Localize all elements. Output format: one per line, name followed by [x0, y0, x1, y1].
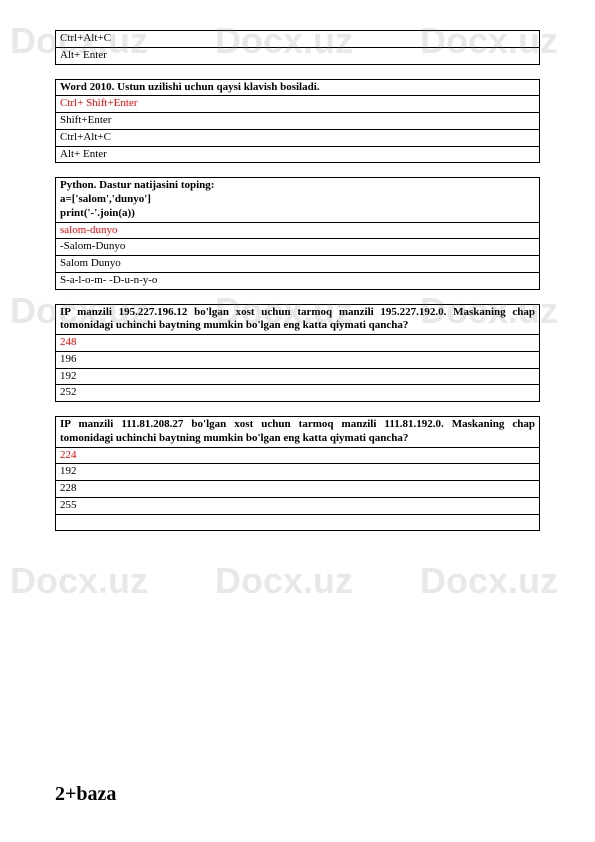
answer-option: 196 — [56, 352, 539, 369]
answer-option: 192 — [56, 464, 539, 481]
question-block: Python. Dastur natijasini toping: a=['sa… — [55, 177, 540, 289]
answer-option: Salom Dunyo — [56, 256, 539, 273]
question-text: Word 2010. Ustun uzilishi uchun qaysi kl… — [56, 80, 539, 97]
answer-option-correct: Ctrl+ Shift+Enter — [56, 96, 539, 113]
watermark: Docx.uz — [420, 560, 558, 602]
answer-option-correct: 224 — [56, 448, 539, 465]
question-block: IP manzili 195.227.196.12 bo'lgan xost u… — [55, 304, 540, 403]
watermark: Docx.uz — [10, 560, 148, 602]
page-footer-heading: 2+baza — [55, 783, 116, 806]
question-block: Ctrl+Alt+C Alt+ Enter — [55, 30, 540, 65]
answer-option-correct: salom-dunyo — [56, 223, 539, 240]
answer-option-correct: 248 — [56, 335, 539, 352]
answer-option: S-a-l-o-m- -D-u-n-y-o — [56, 273, 539, 289]
question-block: IP manzili 111.81.208.27 bo'lgan xost uc… — [55, 416, 540, 531]
answer-option: Ctrl+Alt+C — [56, 130, 539, 147]
answer-option: 255 — [56, 498, 539, 515]
question-text: IP manzili 111.81.208.27 bo'lgan xost uc… — [56, 417, 539, 448]
answer-option: -Salom-Dunyo — [56, 239, 539, 256]
question-text: Python. Dastur natijasini toping: a=['sa… — [56, 178, 539, 222]
answer-option: 192 — [56, 369, 539, 386]
answer-option: Alt+ Enter — [56, 48, 539, 64]
answer-option: Shift+Enter — [56, 113, 539, 130]
answer-option: Ctrl+Alt+C — [56, 31, 539, 48]
question-text: IP manzili 195.227.196.12 bo'lgan xost u… — [56, 305, 539, 336]
question-block: Word 2010. Ustun uzilishi uchun qaysi kl… — [55, 79, 540, 164]
empty-row — [56, 515, 539, 531]
answer-option: Alt+ Enter — [56, 147, 539, 163]
answer-option: 228 — [56, 481, 539, 498]
watermark: Docx.uz — [215, 560, 353, 602]
answer-option: 252 — [56, 385, 539, 401]
